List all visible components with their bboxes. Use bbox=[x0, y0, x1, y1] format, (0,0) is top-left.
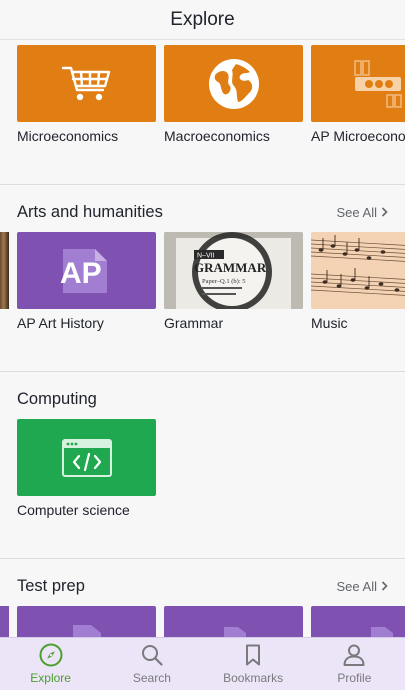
ap-logo-icon: AP bbox=[60, 248, 107, 293]
tile-label: Microeconomics bbox=[17, 128, 119, 144]
grammar-image-line: Paper–Q.1 (b): 5 bbox=[202, 278, 246, 285]
section-header: Arts and humanities See All bbox=[17, 200, 388, 224]
offscreen-tile-edge bbox=[0, 606, 9, 637]
grammar-image-top-text: N–VII bbox=[197, 253, 215, 260]
tab-label: Explore bbox=[30, 671, 71, 685]
music-thumbnail bbox=[311, 232, 405, 309]
compass-icon bbox=[39, 643, 63, 667]
computing-section: Computing Computer science bbox=[0, 372, 405, 559]
document-icon bbox=[223, 627, 246, 637]
grammar-thumbnail: N–VII GRAMMAR Paper–Q.1 (b): 5 bbox=[164, 232, 303, 309]
sheet-music-image bbox=[311, 232, 405, 309]
chevron-right-icon bbox=[381, 207, 388, 217]
microeconomics-thumbnail bbox=[17, 45, 156, 122]
course-tile-grammar[interactable]: N–VII GRAMMAR Paper–Q.1 (b): 5 Grammar bbox=[164, 232, 303, 331]
section-title: Computing bbox=[17, 389, 97, 408]
code-window-icon bbox=[61, 438, 112, 477]
bottom-tab-bar: Explore Search Bookmarks Profile bbox=[0, 637, 405, 690]
course-tile-ap-art-history[interactable]: AP AP Art History bbox=[17, 232, 156, 331]
test-prep-tile-2[interactable] bbox=[164, 606, 303, 637]
tab-search[interactable]: Search bbox=[101, 638, 202, 690]
top-bar: Explore bbox=[0, 0, 405, 40]
profile-icon bbox=[343, 644, 365, 666]
globe-icon bbox=[208, 58, 259, 109]
test-prep-tile-1[interactable] bbox=[17, 606, 156, 637]
ap-microeconomics-thumbnail bbox=[311, 45, 405, 122]
tile-label: Computer science bbox=[17, 502, 130, 518]
money-icon bbox=[354, 59, 402, 108]
see-all-label: See All bbox=[336, 578, 377, 594]
test-prep-tile-3[interactable] bbox=[311, 606, 405, 637]
tab-label: Bookmarks bbox=[223, 671, 284, 685]
tab-bookmarks[interactable]: Bookmarks bbox=[203, 638, 304, 690]
offscreen-tile-edge bbox=[0, 232, 9, 309]
page-title: Explore bbox=[170, 8, 235, 30]
course-tile-macroeconomics[interactable]: Macroeconomics bbox=[164, 45, 303, 144]
magnifier-grammar-image: N–VII GRAMMAR Paper–Q.1 (b): 5 bbox=[164, 232, 303, 309]
tab-label: Profile bbox=[337, 671, 372, 685]
see-all-button[interactable]: See All bbox=[337, 579, 388, 594]
macroeconomics-thumbnail bbox=[164, 45, 303, 122]
document-icon bbox=[370, 627, 393, 637]
economics-section: Microeconomics Macroeconomics AP Microec… bbox=[0, 40, 405, 185]
shopping-cart-icon bbox=[61, 66, 110, 100]
tile-label: Macroeconomics bbox=[164, 128, 270, 144]
course-tile-microeconomics[interactable]: Microeconomics bbox=[17, 45, 156, 144]
section-header: Computing bbox=[17, 387, 388, 411]
section-header: Test prep See All bbox=[17, 574, 388, 598]
course-tile-computer-science[interactable]: Computer science bbox=[17, 419, 156, 518]
explore-scroll-area[interactable]: Microeconomics Macroeconomics AP Microec… bbox=[0, 40, 405, 637]
tile-label: AP Microeconomics bbox=[311, 128, 405, 144]
tab-explore[interactable]: Explore bbox=[0, 638, 101, 690]
computer-science-thumbnail bbox=[17, 419, 156, 496]
tab-label: Search bbox=[132, 671, 171, 685]
document-icon bbox=[72, 625, 101, 637]
arts-humanities-section: Arts and humanities See All AP AP Art Hi… bbox=[0, 185, 405, 372]
section-title: Arts and humanities bbox=[17, 202, 163, 221]
section-title: Test prep bbox=[17, 576, 85, 595]
see-all-button[interactable]: See All bbox=[337, 205, 388, 220]
course-tile-ap-microeconomics[interactable]: AP Microeconomics bbox=[311, 45, 405, 144]
test-prep-section: Test prep See All bbox=[0, 559, 405, 637]
tile-label: AP Art History bbox=[17, 315, 104, 331]
chevron-right-icon bbox=[381, 581, 388, 591]
grammar-image-word: GRAMMAR bbox=[194, 260, 267, 275]
tab-profile[interactable]: Profile bbox=[304, 638, 405, 690]
search-icon bbox=[141, 645, 163, 666]
course-tile-music[interactable]: Music bbox=[311, 232, 405, 331]
bookmark-icon bbox=[246, 644, 261, 666]
tile-label: Grammar bbox=[164, 315, 224, 331]
ap-logo-text: AP bbox=[60, 257, 102, 290]
tile-label: Music bbox=[311, 315, 348, 331]
ap-art-history-thumbnail: AP bbox=[17, 232, 156, 309]
see-all-label: See All bbox=[336, 204, 377, 220]
